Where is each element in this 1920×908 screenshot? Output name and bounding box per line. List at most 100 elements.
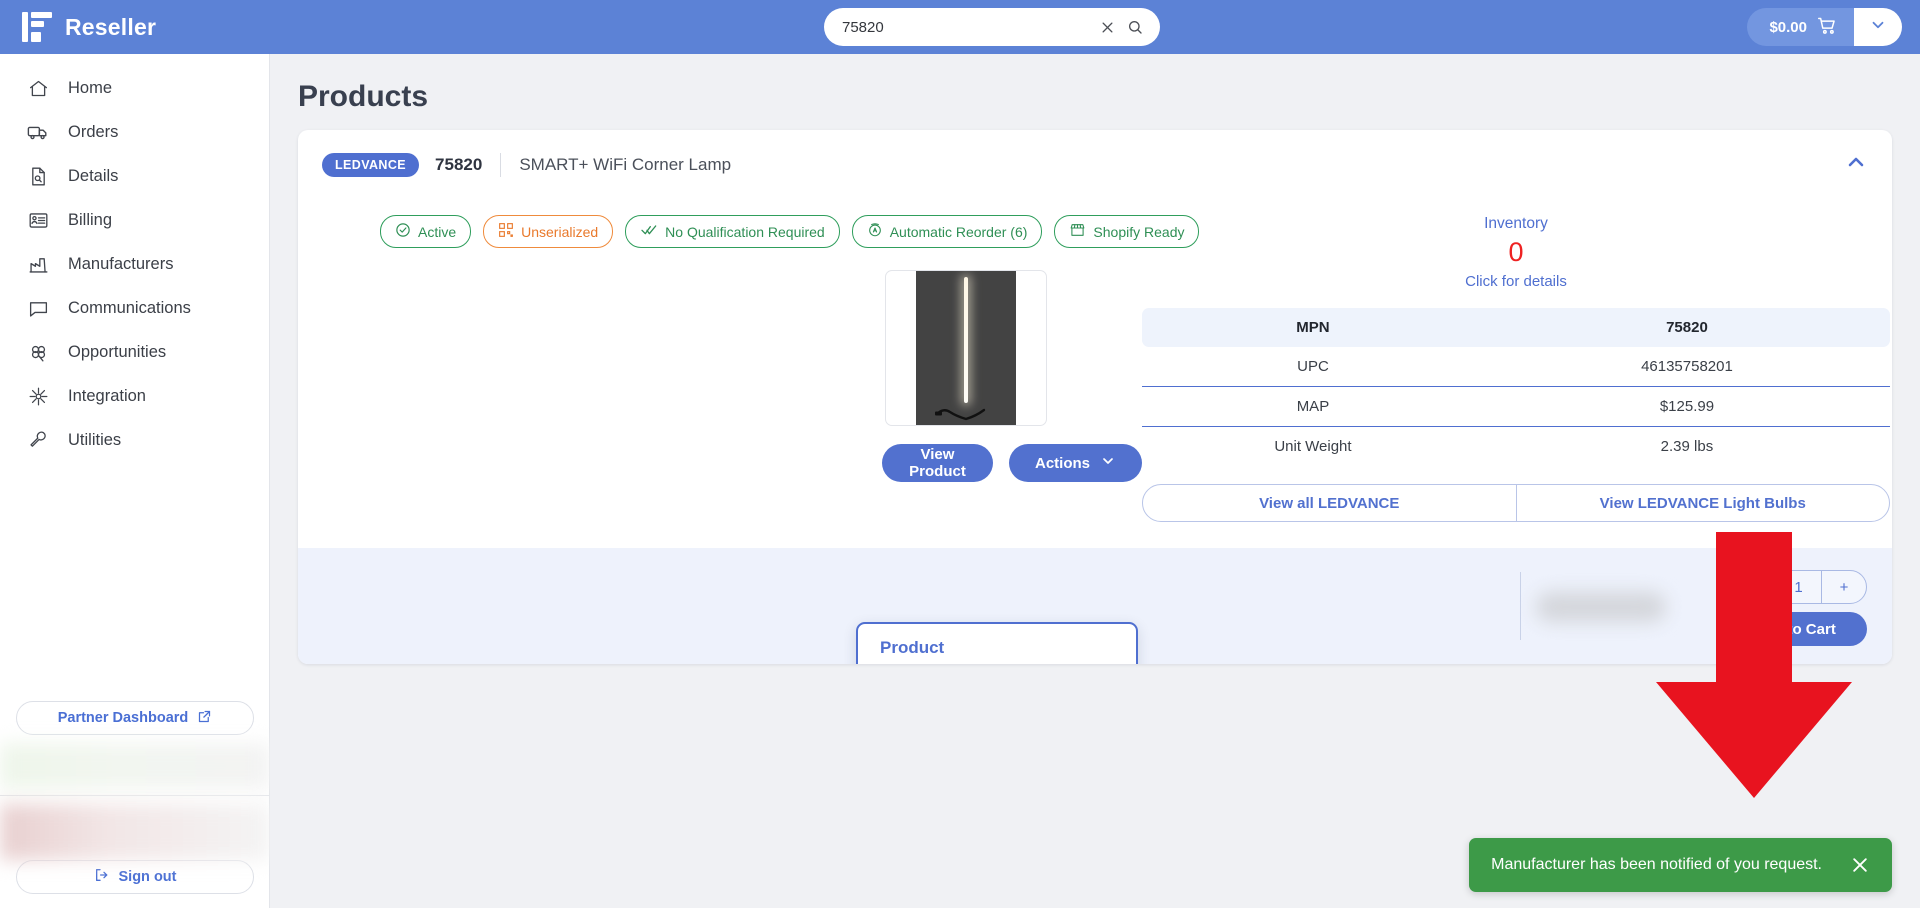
cart-button[interactable]: $0.00	[1747, 8, 1854, 46]
product-left-column: Active Unserialized No Qualification Req…	[322, 193, 1200, 522]
sidebar-divider	[0, 795, 270, 796]
status-badge-no-qualification[interactable]: No Qualification Required	[625, 215, 840, 248]
product-image[interactable]	[885, 270, 1047, 426]
document-search-icon	[26, 164, 50, 188]
sidebar-item-label: Manufacturers	[68, 254, 174, 273]
manufacturer-badge[interactable]: LEDVANCE	[322, 152, 420, 177]
cart-total: $0.00	[1769, 18, 1807, 36]
wrench-icon	[26, 428, 50, 452]
cart-dropdown-toggle[interactable]	[1854, 8, 1902, 46]
status-badge-label: No Qualification Required	[665, 223, 825, 240]
top-bar: Reseller $0.00	[0, 0, 1920, 54]
brand[interactable]: Reseller	[0, 12, 270, 42]
redacted-user-info	[0, 804, 270, 860]
table-header-value: 75820	[1483, 308, 1890, 347]
status-badge-label: Shopify Ready	[1093, 223, 1185, 240]
sidebar-item-label: Integration	[68, 386, 146, 405]
sidebar-item-details[interactable]: Details	[0, 154, 269, 198]
sidebar-item-label: Utilities	[68, 430, 122, 449]
sidebar-footer: Partner Dashboard Sign out	[0, 701, 270, 908]
manufacturer-view-buttons: View all LEDVANCE View LEDVANCE Light Bu…	[1142, 484, 1890, 522]
chevron-up-icon	[1844, 150, 1868, 179]
spec-key: UPC	[1142, 347, 1484, 387]
quantity-increment-button[interactable]: +	[1821, 571, 1866, 603]
close-icon[interactable]	[1850, 855, 1870, 875]
spec-value: 46135758201	[1483, 347, 1890, 387]
redacted-account-banner	[0, 743, 270, 789]
corner-lamp-photo	[916, 271, 1016, 425]
view-ledvance-light-bulbs-button[interactable]: View LEDVANCE Light Bulbs	[1515, 485, 1890, 521]
double-check-icon	[640, 222, 658, 241]
storefront-icon	[1069, 222, 1086, 241]
brand-name: Reseller	[65, 13, 157, 40]
shopping-cart-icon	[1817, 15, 1838, 40]
clover-icon	[26, 340, 50, 364]
actions-dropdown-menu: Product Request Inventory Request Serial…	[856, 622, 1138, 664]
search-input[interactable]	[842, 18, 1096, 36]
status-badge-active[interactable]: Active	[380, 215, 472, 248]
product-right-column: Inventory 0 Click for details MPN 75820 …	[1142, 193, 1890, 522]
status-badge-label: Automatic Reorder (6)	[889, 223, 1028, 240]
toast-message: Manufacturer has been notified of you re…	[1491, 856, 1822, 873]
sidebar-item-label: Orders	[68, 122, 119, 141]
sign-out-button[interactable]: Sign out	[16, 860, 254, 894]
quantity-value[interactable]: 1	[1776, 571, 1821, 603]
sidebar-item-utilities[interactable]: Utilities	[0, 418, 269, 462]
chevron-down-icon	[1100, 453, 1116, 473]
partner-dashboard-button[interactable]: Partner Dashboard	[16, 701, 254, 735]
footer-divider	[1520, 572, 1521, 640]
sidebar-item-home[interactable]: Home	[0, 66, 269, 110]
sidebar-item-orders[interactable]: Orders	[0, 110, 269, 154]
external-link-icon	[197, 709, 212, 728]
home-icon	[26, 76, 50, 100]
product-card: LEDVANCE 75820 SMART+ WiFi Corner Lamp A…	[298, 130, 1892, 664]
spec-key: MAP	[1142, 386, 1484, 427]
dropdown-section-title: Product	[880, 638, 945, 657]
view-all-ledvance-button[interactable]: View all LEDVANCE	[1143, 485, 1516, 521]
sidebar-item-communications[interactable]: Communications	[0, 286, 269, 330]
product-card-header: LEDVANCE 75820 SMART+ WiFi Corner Lamp	[298, 130, 1892, 187]
integration-icon	[26, 384, 50, 408]
product-spec-table: MPN 75820 UPC 46135758201 MAP $125.99 Un…	[1142, 308, 1890, 466]
status-badge-label: Unserialized	[521, 223, 599, 240]
product-mpn: 75820	[435, 154, 483, 174]
sidebar-item-integration[interactable]: Integration	[0, 374, 269, 418]
sidebar: Home Orders Details Billing Manufacturer…	[0, 54, 270, 908]
inventory-details-link[interactable]: Click for details	[1142, 273, 1890, 290]
search-bar[interactable]	[824, 8, 1160, 46]
chat-bubble-icon	[26, 296, 50, 320]
search-icon[interactable]	[1124, 16, 1146, 38]
view-product-button[interactable]: View Product	[882, 444, 993, 482]
sidebar-item-label: Opportunities	[68, 342, 167, 361]
auto-reorder-icon	[867, 222, 883, 241]
sidebar-item-label: Communications	[68, 298, 191, 317]
factory-icon	[26, 252, 50, 276]
header-divider	[500, 152, 502, 177]
close-icon[interactable]	[1096, 16, 1118, 38]
collapse-card-button[interactable]	[1844, 150, 1868, 179]
table-header-key: MPN	[1142, 308, 1484, 347]
add-to-cart-button[interactable]: Add to Cart	[1723, 612, 1867, 646]
status-badge-shopify-ready[interactable]: Shopify Ready	[1054, 215, 1200, 248]
status-badge-automatic-reorder[interactable]: Automatic Reorder (6)	[851, 215, 1043, 248]
main-content: Products LEDVANCE 75820 SMART+ WiFi Corn…	[270, 54, 1920, 908]
sidebar-item-billing[interactable]: Billing	[0, 198, 269, 242]
inventory-label: Inventory	[1484, 215, 1548, 232]
sidebar-item-label: Details	[68, 166, 119, 185]
product-action-buttons: View Product Actions	[322, 444, 1142, 482]
table-row: UPC 46135758201	[1142, 347, 1890, 387]
sidebar-item-opportunities[interactable]: Opportunities	[0, 330, 269, 374]
status-badge-label: Active	[418, 223, 457, 240]
spec-value: $125.99	[1483, 386, 1890, 427]
actions-button[interactable]: Actions	[1008, 444, 1142, 482]
sidebar-item-manufacturers[interactable]: Manufacturers	[0, 242, 269, 286]
check-circle-icon	[395, 222, 411, 241]
page-title: Products	[298, 80, 429, 113]
status-badge-unserialized[interactable]: Unserialized	[483, 215, 614, 248]
table-row: Unit Weight 2.39 lbs	[1142, 427, 1890, 467]
quantity-stepper[interactable]: 1 +	[1775, 570, 1867, 604]
redacted-price-info	[1536, 592, 1666, 622]
spec-key: Unit Weight	[1274, 438, 1352, 455]
truck-icon	[26, 120, 50, 144]
product-name: SMART+ WiFi Corner Lamp	[519, 154, 732, 174]
